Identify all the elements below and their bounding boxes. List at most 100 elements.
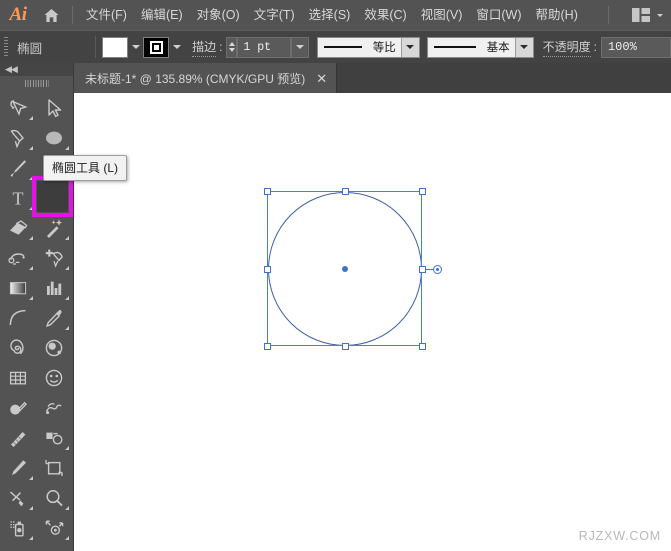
flyout-triangle-icon[interactable]	[65, 326, 69, 330]
menu-object[interactable]: 对象(O)	[190, 0, 247, 30]
width-profile-arrow[interactable]	[400, 37, 419, 57]
handle-bottom-left[interactable]	[264, 343, 271, 350]
stroke-weight-dropdown-arrow[interactable]	[291, 36, 310, 58]
artboard-canvas[interactable]: RJZXW.COM	[73, 93, 671, 551]
control-divider	[95, 36, 97, 58]
flyout-triangle-icon[interactable]	[65, 506, 69, 510]
fill-dropdown-arrow[interactable]	[128, 37, 143, 58]
watermark: RJZXW.COM	[578, 529, 661, 543]
flyout-triangle-icon[interactable]	[65, 536, 69, 540]
pencil-icon	[12, 460, 26, 475]
flyout-triangle-icon[interactable]	[65, 296, 69, 300]
tool-zoom[interactable]	[36, 483, 72, 513]
tool-scale[interactable]	[0, 543, 36, 551]
tool-pen[interactable]	[0, 123, 36, 153]
tool-symbol-sprayer[interactable]	[0, 513, 36, 543]
tool-pencil[interactable]	[0, 453, 36, 483]
handle-top-center[interactable]	[341, 188, 349, 195]
stroke-weight-input[interactable]: 1 pt	[237, 36, 292, 58]
tool-width[interactable]	[0, 423, 36, 453]
opacity-input[interactable]: 100%	[600, 36, 671, 58]
tool-selection-direct-group[interactable]	[0, 93, 36, 123]
stroke-weight-label[interactable]: 描边	[192, 38, 217, 57]
width-profile-combo[interactable]: 等比	[317, 36, 420, 58]
flyout-triangle-icon[interactable]	[29, 506, 33, 510]
opacity-label[interactable]: 不透明度	[542, 38, 591, 57]
tool-ellipse[interactable]	[36, 123, 72, 153]
tool-add-anchor[interactable]	[36, 243, 72, 273]
flyout-triangle-icon[interactable]	[29, 206, 33, 210]
menubar-divider	[72, 6, 73, 24]
handle-bottom-right[interactable]	[419, 343, 426, 350]
tool-selection[interactable]	[36, 93, 72, 123]
flyout-triangle-icon[interactable]	[29, 146, 33, 150]
tool-blob-brush[interactable]	[0, 483, 36, 513]
menu-select[interactable]: 选择(S)	[302, 0, 358, 30]
tool-type[interactable]: T	[0, 183, 36, 213]
scale-icon	[7, 547, 29, 551]
flyout-triangle-icon[interactable]	[65, 146, 69, 150]
menu-window[interactable]: 窗口(W)	[469, 0, 528, 30]
tool-rectangular-grid[interactable]	[0, 363, 36, 393]
tools-panel-header[interactable]: ◀◀	[0, 63, 73, 76]
handle-middle-left[interactable]	[264, 265, 271, 273]
tool-artboard[interactable]	[36, 453, 72, 483]
control-bar-grip[interactable]	[0, 31, 11, 63]
flyout-triangle-icon[interactable]	[29, 266, 33, 270]
tool-free-transform[interactable]	[36, 513, 72, 543]
fill-swatch[interactable]	[102, 36, 129, 58]
tool-magic-wand[interactable]	[36, 213, 72, 243]
flyout-triangle-icon[interactable]	[65, 446, 69, 450]
home-icon[interactable]	[36, 0, 66, 30]
tool-reflect[interactable]	[36, 543, 72, 551]
flyout-triangle-icon[interactable]	[29, 236, 33, 240]
flyout-triangle-icon[interactable]	[65, 266, 69, 270]
tool-slice[interactable]	[36, 423, 72, 453]
handle-top-left[interactable]	[264, 188, 271, 195]
flyout-triangle-icon[interactable]	[29, 176, 33, 180]
tool-eyedropper[interactable]	[36, 303, 72, 333]
flyout-triangle-icon[interactable]	[29, 296, 33, 300]
menu-view[interactable]: 视图(V)	[414, 0, 470, 30]
flyout-triangle-icon[interactable]	[65, 236, 69, 240]
tool-live-paint[interactable]	[36, 363, 72, 393]
shape-builder-icon	[10, 401, 27, 415]
tool-curvature[interactable]	[0, 243, 36, 273]
handle-bottom-center[interactable]	[341, 343, 349, 350]
tool-blend[interactable]	[36, 333, 72, 363]
document-tab[interactable]: 未标题-1* @ 135.89% (CMYK/GPU 预览) ✕	[73, 63, 338, 93]
chevron-down-icon[interactable]	[657, 13, 663, 17]
spiral-icon	[10, 339, 24, 355]
add-anchor-point-icon	[45, 249, 63, 268]
close-icon[interactable]: ✕	[316, 72, 327, 85]
tool-lasso[interactable]	[36, 183, 72, 213]
tool-eraser[interactable]	[0, 213, 36, 243]
workspace-divider	[608, 6, 609, 24]
tool-shape-builder[interactable]	[0, 393, 36, 423]
tool-arc[interactable]	[0, 303, 36, 333]
brush-definition-combo[interactable]: 基本	[426, 36, 534, 58]
handle-top-right[interactable]	[419, 188, 426, 195]
tool-paintbrush[interactable]	[0, 153, 36, 183]
menu-edit[interactable]: 编辑(E)	[134, 0, 190, 30]
menu-help[interactable]: 帮助(H)	[529, 0, 585, 30]
live-shape-widget-icon[interactable]	[433, 265, 442, 274]
tools-panel-grip[interactable]	[0, 76, 73, 90]
stroke-dropdown-arrow[interactable]	[169, 37, 184, 58]
document-tab-bar: 未标题-1* @ 135.89% (CMYK/GPU 预览) ✕	[73, 63, 671, 93]
flyout-triangle-icon[interactable]	[29, 476, 33, 480]
brush-definition-arrow[interactable]	[514, 37, 533, 57]
flyout-triangle-icon[interactable]	[29, 536, 33, 540]
menu-effect[interactable]: 效果(C)	[357, 0, 413, 30]
menu-type[interactable]: 文字(T)	[247, 0, 302, 30]
stroke-weight-stepper[interactable]	[226, 36, 238, 58]
workspace-switcher[interactable]	[632, 0, 663, 30]
tool-column-graph[interactable]	[36, 273, 72, 303]
tool-spiral[interactable]	[0, 333, 36, 363]
menu-file[interactable]: 文件(F)	[79, 0, 134, 30]
flyout-triangle-icon[interactable]	[29, 116, 33, 120]
collapse-panel-icon[interactable]: ◀◀	[5, 65, 18, 74]
stroke-swatch[interactable]	[143, 36, 170, 58]
tool-warp[interactable]	[36, 393, 72, 423]
tool-gradient[interactable]	[0, 273, 36, 303]
